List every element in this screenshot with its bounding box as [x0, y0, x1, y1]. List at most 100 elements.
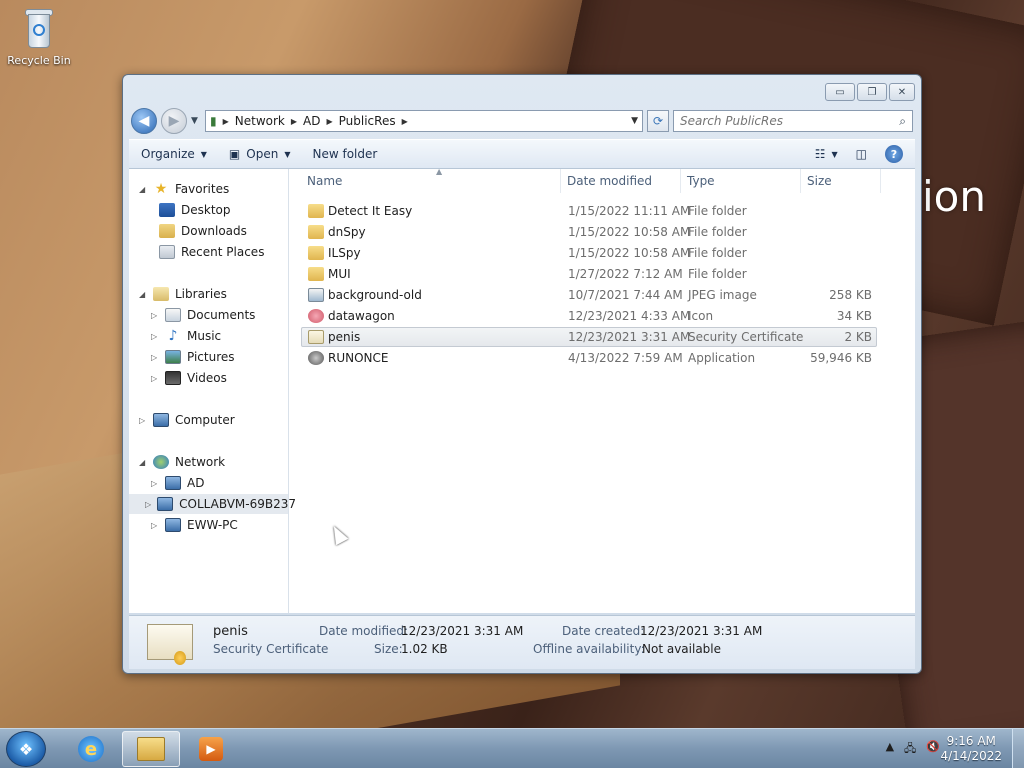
- refresh-icon: ⟳: [652, 114, 664, 128]
- recycle-bin-label: Recycle Bin: [7, 54, 71, 67]
- breadcrumb-separator-icon[interactable]: ▶: [291, 117, 297, 126]
- nav-network-eww-pc[interactable]: ▷ EWW-PC: [151, 515, 238, 535]
- nav-documents[interactable]: ▷ Documents: [151, 305, 255, 325]
- nav-computer[interactable]: ▷ Computer: [139, 410, 235, 430]
- file-row-penis[interactable]: penis 12/23/2021 3:31 AM Security Certif…: [301, 327, 877, 347]
- computer-icon: [157, 497, 174, 511]
- nav-videos[interactable]: ▷ Videos: [151, 368, 227, 388]
- nav-network[interactable]: ◢ Network: [139, 452, 225, 472]
- collapsed-triangle-icon[interactable]: ▷: [151, 374, 159, 383]
- search-icon[interactable]: ⌕: [899, 114, 906, 129]
- videos-icon: [165, 371, 181, 385]
- file-row-background-old[interactable]: background-old 10/7/2021 7:44 AM JPEG im…: [301, 285, 877, 305]
- folder-icon: [308, 246, 324, 260]
- nav-recent-places[interactable]: Recent Places: [159, 242, 264, 262]
- details-size-label: Size:: [374, 642, 403, 656]
- nav-favorites[interactable]: ◢ ★ Favorites: [139, 179, 229, 199]
- address-bar[interactable]: ▮ ▶ Network ▶ AD ▶ PublicRes ▶ ▼: [205, 110, 643, 132]
- breadcrumb-publicres[interactable]: PublicRes: [339, 114, 396, 128]
- back-arrow-icon: ◀: [138, 113, 150, 129]
- chevron-down-icon: ▼: [284, 149, 291, 159]
- nav-music[interactable]: ▷ ♪ Music: [151, 326, 221, 346]
- breadcrumb-separator-icon[interactable]: ▶: [326, 117, 332, 126]
- close-button[interactable]: ✕: [889, 83, 915, 101]
- nav-libraries[interactable]: ◢ Libraries: [139, 284, 227, 304]
- file-row-dnspy[interactable]: dnSpy 1/15/2022 10:58 AM File folder: [301, 222, 877, 242]
- recycle-bin-icon: [22, 6, 56, 50]
- clock-date: 4/14/2022: [940, 749, 1002, 763]
- recycle-bin-shortcut[interactable]: Recycle Bin: [4, 6, 74, 67]
- breadcrumb-ad[interactable]: AD: [303, 114, 320, 128]
- network-location-icon: ▮: [210, 114, 217, 128]
- collapsed-triangle-icon[interactable]: ▷: [151, 479, 159, 488]
- chevron-down-icon: ▼: [831, 149, 838, 159]
- caption-buttons: ▭ ❐ ✕: [825, 83, 915, 101]
- taskbar-media-player[interactable]: ▶: [182, 731, 240, 767]
- breadcrumb-separator-icon[interactable]: ▶: [402, 117, 408, 126]
- back-button[interactable]: ◀: [131, 108, 157, 134]
- volume-muted-icon[interactable]: 🔇: [926, 740, 940, 759]
- details-date-created: 12/23/2021 3:31 AM: [640, 624, 763, 638]
- file-row-runonce[interactable]: RUNONCE 4/13/2022 7:59 AM Application 59…: [301, 348, 877, 368]
- collapsed-triangle-icon[interactable]: ▷: [151, 311, 159, 320]
- minimize-button[interactable]: ▭: [825, 83, 855, 101]
- navigation-bar: ◀ ▶ ▼ ▮ ▶ Network ▶ AD ▶ PublicRes ▶ ▼ ⟳…: [131, 107, 913, 135]
- expanded-triangle-icon[interactable]: ◢: [139, 458, 147, 467]
- certificate-icon: [308, 330, 324, 344]
- preview-pane-icon: ◫: [855, 147, 867, 161]
- recent-places-icon: [159, 245, 175, 259]
- search-input[interactable]: [680, 114, 900, 128]
- taskbar-internet-explorer[interactable]: e: [62, 731, 120, 767]
- clock[interactable]: 9:16 AM 4/14/2022: [940, 734, 1002, 764]
- computer-icon: [165, 476, 181, 490]
- start-button[interactable]: ❖: [6, 731, 46, 767]
- refresh-button[interactable]: ⟳: [647, 110, 669, 132]
- preview-pane-button[interactable]: ◫: [856, 147, 867, 161]
- file-row-datawagon[interactable]: datawagon 12/23/2021 4:33 AM Icon 34 KB: [301, 306, 877, 326]
- collapsed-triangle-icon[interactable]: ▷: [151, 521, 159, 530]
- details-date-modified-label: Date modified:: [319, 624, 409, 638]
- system-tray: ▲ 🖧 🔇: [886, 740, 940, 759]
- nav-network-ad[interactable]: ▷ AD: [151, 473, 204, 493]
- expanded-triangle-icon[interactable]: ◢: [139, 185, 147, 194]
- maximize-button[interactable]: ❐: [857, 83, 887, 101]
- search-box[interactable]: ⌕: [673, 110, 913, 132]
- column-header-date-modified[interactable]: Date modified: [561, 169, 681, 193]
- network-tray-icon[interactable]: 🖧: [904, 740, 916, 759]
- chevron-down-icon: ▼: [200, 149, 207, 159]
- star-icon: ★: [154, 181, 168, 197]
- column-header-size[interactable]: Size: [801, 169, 881, 193]
- change-view-button[interactable]: ☷ ▼: [815, 147, 838, 161]
- forward-button[interactable]: ▶: [161, 108, 187, 134]
- nav-downloads[interactable]: Downloads: [159, 221, 247, 241]
- nav-pictures[interactable]: ▷ Pictures: [151, 347, 235, 367]
- recent-pages-dropdown[interactable]: ▼: [191, 116, 201, 126]
- column-header-type[interactable]: Type: [681, 169, 801, 193]
- show-desktop-button[interactable]: [1012, 729, 1024, 768]
- organize-button[interactable]: Organize ▼: [141, 147, 207, 161]
- nav-network-collabvm[interactable]: ▷ COLLABVM-69B237: [129, 494, 296, 514]
- documents-icon: [165, 308, 181, 322]
- file-row-ilspy[interactable]: ILSpy 1/15/2022 10:58 AM File folder: [301, 243, 877, 263]
- windows-explorer-icon: [137, 737, 165, 761]
- taskbar-windows-explorer[interactable]: [122, 731, 180, 767]
- nav-desktop[interactable]: Desktop: [159, 200, 231, 220]
- column-header-name[interactable]: Name ▲: [301, 167, 561, 193]
- file-row-detect-it-easy[interactable]: Detect It Easy 1/15/2022 11:11 AM File f…: [301, 201, 877, 221]
- breadcrumb-network[interactable]: Network: [235, 114, 285, 128]
- collapsed-triangle-icon[interactable]: ▷: [151, 332, 159, 341]
- expanded-triangle-icon[interactable]: ◢: [139, 290, 147, 299]
- pictures-icon: [165, 350, 181, 364]
- new-folder-button[interactable]: New folder: [312, 147, 377, 161]
- breadcrumb-separator-icon[interactable]: ▶: [223, 117, 229, 126]
- image-file-icon: [308, 288, 324, 302]
- collapsed-triangle-icon[interactable]: ▷: [151, 353, 159, 362]
- address-dropdown-icon[interactable]: ▼: [631, 116, 638, 126]
- collapsed-triangle-icon[interactable]: ▷: [145, 500, 151, 509]
- folder-icon: [308, 267, 324, 281]
- file-row-mui[interactable]: MUI 1/27/2022 7:12 AM File folder: [301, 264, 877, 284]
- open-button[interactable]: ▣ Open ▼: [229, 147, 291, 161]
- collapsed-triangle-icon[interactable]: ▷: [139, 416, 147, 425]
- show-hidden-icons-icon[interactable]: ▲: [886, 740, 894, 759]
- help-icon[interactable]: ?: [885, 145, 903, 163]
